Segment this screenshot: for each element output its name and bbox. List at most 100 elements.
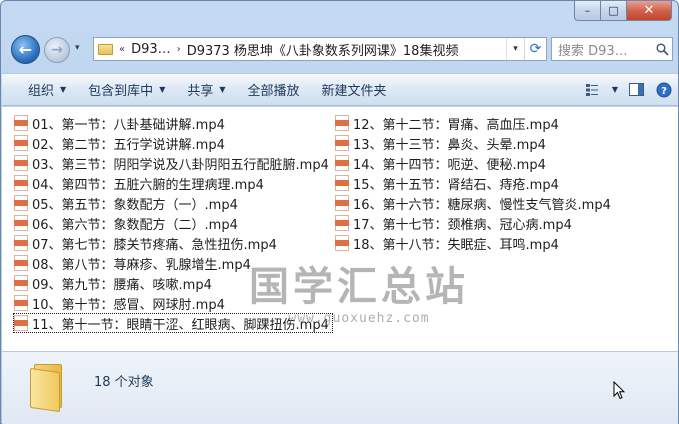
mp4-file-icon xyxy=(335,215,349,231)
mouse-cursor-icon xyxy=(613,380,626,403)
close-button[interactable]: ✕ xyxy=(627,1,672,21)
file-column-1: 01、第一节：八卦基础讲解.mp4 02、第二节：五行学说讲解.mp4 03、第三节… xyxy=(13,113,333,333)
play-all-button[interactable]: 全部播放 xyxy=(237,74,311,105)
folder-icon xyxy=(30,364,70,413)
file-item[interactable]: 06、第六节：象数配方（二）.mp4 xyxy=(13,213,333,233)
file-item[interactable]: 15、第十五节：肾结石、痔疮.mp4 xyxy=(334,173,615,193)
file-name: 08、第八节：荨麻疹、乳腺增生.mp4 xyxy=(32,257,251,273)
mp4-file-icon xyxy=(14,275,28,291)
file-name: 05、第五节：象数配方（一）.mp4 xyxy=(32,197,238,213)
file-item[interactable]: 12、第十二节：胃痛、高血压.mp4 xyxy=(334,113,615,133)
preview-pane-icon xyxy=(628,83,644,96)
share-button[interactable]: 共享 ▼ xyxy=(176,74,236,105)
mp4-file-icon xyxy=(335,195,349,211)
file-item[interactable]: 11、第十一节：眼睛干涩、红眼病、脚踝扭伤.mp4 xyxy=(13,313,333,333)
details-pane: 18 个对象 xyxy=(2,351,678,424)
share-label: 共享 xyxy=(187,84,214,99)
new-folder-label: 新建文件夹 xyxy=(321,84,387,99)
new-folder-button[interactable]: 新建文件夹 xyxy=(311,74,398,105)
forward-button[interactable]: → xyxy=(44,37,70,63)
file-item[interactable]: 09、第九节：腰痛、咳嗽.mp4 xyxy=(13,273,333,293)
chevron-down-icon: ▾ xyxy=(75,43,80,53)
file-item[interactable]: 05、第五节：象数配方（一）.mp4 xyxy=(13,193,333,213)
organize-label: 组织 xyxy=(28,84,55,99)
file-item[interactable]: 14、第十四节：呃逆、便秘.mp4 xyxy=(334,153,615,173)
view-dropdown[interactable]: ▼ xyxy=(608,74,622,105)
file-item[interactable]: 01、第一节：八卦基础讲解.mp4 xyxy=(13,113,333,133)
mp4-file-icon xyxy=(335,175,349,191)
breadcrumb-parent[interactable]: D93… xyxy=(128,42,174,57)
minimize-button[interactable]: – xyxy=(574,1,601,21)
file-name: 07、第七节：膝关节疼痛、急性扭伤.mp4 xyxy=(32,237,277,253)
file-column-2: 12、第十二节：胃痛、高血压.mp4 13、第十三节：鼻炎、头晕.mp4 14、第十… xyxy=(334,113,615,253)
back-arrow-icon: ← xyxy=(18,40,33,59)
command-bar: 组织 ▼ 包含到库中 ▼ 共享 ▼ 全部播放 新建文件夹 ▼ ? xyxy=(2,73,678,106)
dropdown-arrow-icon: ▼ xyxy=(219,85,226,94)
help-button[interactable]: ? xyxy=(650,74,678,105)
file-name: 13、第十三节：鼻炎、头晕.mp4 xyxy=(353,137,546,153)
file-name: 16、第十六节：糖尿病、慢性支气管炎.mp4 xyxy=(353,197,611,213)
file-item[interactable]: 18、第十八节：失眠症、耳鸣.mp4 xyxy=(334,233,615,253)
view-options-icon xyxy=(586,83,598,96)
breadcrumb-current[interactable]: D9373 杨思坤《八卦象数系列网课》18集视频 xyxy=(184,40,462,59)
file-list-view[interactable]: 01、第一节：八卦基础讲解.mp4 02、第二节：五行学说讲解.mp4 03、第三节… xyxy=(2,107,671,351)
search-input[interactable]: 搜索 D93… xyxy=(552,40,652,59)
file-name: 18、第十八节：失眠症、耳鸣.mp4 xyxy=(353,237,559,253)
file-name: 06、第六节：象数配方（二）.mp4 xyxy=(32,217,238,233)
file-name: 10、第十节：感冒、网球肘.mp4 xyxy=(32,297,225,313)
mp4-file-icon xyxy=(14,235,28,251)
close-icon: ✕ xyxy=(643,3,655,18)
address-dropdown-button[interactable]: ▾ xyxy=(506,38,524,60)
forward-arrow-icon: → xyxy=(51,42,63,58)
search-box[interactable]: 搜索 D93… xyxy=(551,37,673,61)
breadcrumb-separator[interactable]: › xyxy=(174,44,184,55)
address-bar[interactable]: « D93… › D9373 杨思坤《八卦象数系列网课》18集视频 ▾ ⟳ xyxy=(93,37,547,61)
chevron-down-icon: ▾ xyxy=(513,44,518,54)
mp4-file-icon xyxy=(14,155,28,171)
file-name: 11、第十一节：眼睛干涩、红眼病、脚踝扭伤.mp4 xyxy=(32,317,329,333)
file-item[interactable]: 04、第四节：五脏六腑的生理病理.mp4 xyxy=(13,173,333,193)
file-name: 09、第九节：腰痛、咳嗽.mp4 xyxy=(32,277,212,293)
mp4-file-icon xyxy=(14,315,28,331)
organize-button[interactable]: 组织 ▼ xyxy=(2,74,77,105)
mp4-file-icon xyxy=(335,115,349,131)
file-name: 04、第四节：五脏六腑的生理病理.mp4 xyxy=(32,177,264,193)
file-item[interactable]: 08、第八节：荨麻疹、乳腺增生.mp4 xyxy=(13,253,333,273)
preview-pane-button[interactable] xyxy=(622,74,650,105)
back-button[interactable]: ← xyxy=(11,35,40,64)
change-view-button[interactable] xyxy=(580,74,608,105)
mp4-file-icon xyxy=(335,235,349,251)
file-item[interactable]: 03、第三节：阴阳学说及八卦阴阳五行配脏腑.mp4 xyxy=(13,153,333,173)
file-name: 02、第二节：五行学说讲解.mp4 xyxy=(32,137,225,153)
file-name: 03、第三节：阴阳学说及八卦阴阳五行配脏腑.mp4 xyxy=(32,157,329,173)
file-item[interactable]: 17、第十七节：颈椎病、冠心病.mp4 xyxy=(334,213,615,233)
mp4-file-icon xyxy=(14,215,28,231)
view-tools: ▼ ? xyxy=(580,74,678,105)
item-count: 18 个对象 xyxy=(94,375,154,390)
file-name: 15、第十五节：肾结石、痔疮.mp4 xyxy=(353,177,559,193)
mp4-file-icon xyxy=(14,295,28,311)
file-item[interactable]: 02、第二节：五行学说讲解.mp4 xyxy=(13,133,333,153)
dropdown-arrow-icon: ▼ xyxy=(159,85,166,94)
folder-icon xyxy=(94,38,116,60)
maximize-icon: □ xyxy=(608,4,619,17)
file-item[interactable]: 13、第十三节：鼻炎、头晕.mp4 xyxy=(334,133,615,153)
navigation-bar: ← → ▾ « D93… › D9373 杨思坤《八卦象数系列网课》18集视频 … xyxy=(7,34,673,64)
mp4-file-icon xyxy=(14,115,28,131)
minimize-icon: – xyxy=(584,4,591,17)
file-item[interactable]: 10、第十节：感冒、网球肘.mp4 xyxy=(13,293,333,313)
maximize-button[interactable]: □ xyxy=(601,1,627,21)
file-item[interactable]: 07、第七节：膝关节疼痛、急性扭伤.mp4 xyxy=(13,233,333,253)
file-name: 12、第十二节：胃痛、高血压.mp4 xyxy=(353,117,559,133)
mp4-file-icon xyxy=(14,195,28,211)
include-in-library-button[interactable]: 包含到库中 ▼ xyxy=(77,74,176,105)
breadcrumb-overflow[interactable]: « xyxy=(116,44,128,55)
dropdown-arrow-icon: ▼ xyxy=(611,85,619,94)
search-icon[interactable] xyxy=(652,42,672,56)
mp4-file-icon xyxy=(14,255,28,271)
file-item[interactable]: 16、第十六节：糖尿病、慢性支气管炎.mp4 xyxy=(334,193,615,213)
recent-pages-dropdown[interactable]: ▾ xyxy=(75,43,80,53)
window-controls: – □ ✕ xyxy=(574,1,672,21)
mp4-file-icon xyxy=(335,155,349,171)
refresh-button[interactable]: ⟳ xyxy=(524,38,546,60)
